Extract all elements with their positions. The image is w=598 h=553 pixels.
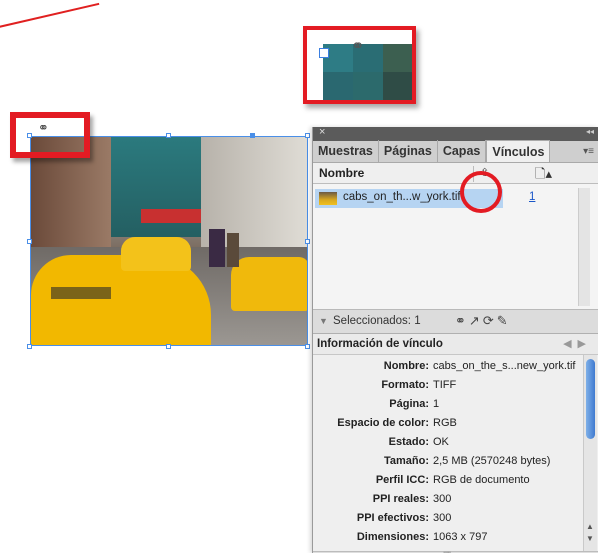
zoom-selection-handle bbox=[319, 48, 329, 58]
scrollbar-thumb[interactable] bbox=[586, 359, 595, 439]
info-value: 300 bbox=[433, 493, 452, 505]
link-info-body: Nombre: cabs_on_the_s...new_york.tif For… bbox=[313, 355, 598, 551]
links-list: cabs_on_th...w_york.tif 1 bbox=[313, 184, 598, 310]
relink-icon[interactable]: ⚭ bbox=[455, 313, 469, 328]
tab-vinculos[interactable]: Vínculos bbox=[486, 140, 551, 162]
panel-tabs: Muestras Páginas Capas Vínculos ▾≡ bbox=[313, 140, 598, 163]
info-row-tamano: Tamaño: 2,5 MB (2570248 bytes) bbox=[313, 452, 579, 471]
link-info-nav-icons[interactable]: ◀▶ bbox=[563, 337, 592, 350]
zoom-tile bbox=[323, 72, 353, 100]
update-link-icon[interactable]: ⟳ bbox=[483, 313, 497, 328]
edit-original-icon[interactable]: ✎ bbox=[497, 313, 511, 328]
info-row-ppi-reales: PPI reales: 300 bbox=[313, 490, 579, 509]
zoom-tile bbox=[383, 44, 412, 72]
scroll-down-icon[interactable]: ▼ bbox=[586, 534, 594, 543]
zoom-inset: ⚭ bbox=[303, 26, 416, 104]
photo-taxi-mid bbox=[121, 237, 191, 271]
scroll-up-icon[interactable]: ▲ bbox=[586, 522, 594, 531]
collapse-icon[interactable]: ◂◂ bbox=[586, 127, 594, 136]
annotation-highlight-box bbox=[10, 112, 90, 158]
tab-paginas[interactable]: Páginas bbox=[379, 140, 438, 162]
link-filename: cabs_on_th...w_york.tif bbox=[343, 191, 461, 203]
info-row-dimensiones: Dimensiones: 1063 x 797 bbox=[313, 528, 579, 547]
tab-capas[interactable]: Capas bbox=[438, 140, 487, 162]
frame-handle-ml[interactable] bbox=[27, 239, 32, 244]
info-value: OK bbox=[433, 436, 449, 448]
info-label: Dimensiones: bbox=[356, 531, 429, 543]
disclosure-triangle-icon[interactable]: ▼ bbox=[319, 316, 328, 326]
link-info-title: Información de vínculo bbox=[317, 338, 443, 350]
annotation-line bbox=[0, 2, 100, 30]
content-grabber-handle[interactable] bbox=[250, 133, 255, 138]
frame-handle-bc[interactable] bbox=[166, 344, 171, 349]
zoom-tile bbox=[353, 72, 383, 100]
info-row-espacio-color: Espacio de color: RGB bbox=[313, 414, 579, 433]
photo-taxi-right bbox=[231, 257, 307, 311]
photo-taxi-window bbox=[51, 287, 111, 299]
photo-sign bbox=[141, 209, 201, 223]
info-value: 2,5 MB (2570248 bytes) bbox=[433, 455, 551, 467]
info-row-perfil-icc: Perfil ICC: RGB de documento bbox=[313, 471, 579, 490]
photo-pedestrian bbox=[227, 233, 239, 267]
info-label: PPI efectivos: bbox=[356, 512, 429, 524]
info-row-ppi-efectivos: PPI efectivos: 300 bbox=[313, 509, 579, 528]
info-label: Perfil ICC: bbox=[375, 474, 429, 486]
frame-handle-tr[interactable] bbox=[305, 133, 310, 138]
links-column-header: Nombre ⇧ 🗋▴ bbox=[313, 163, 598, 184]
link-row[interactable]: cabs_on_th...w_york.tif 1 bbox=[315, 189, 575, 208]
screenshot-root: ⚭ ⚭ × ◂◂ Muestras Páginas Capas Vínculos… bbox=[0, 0, 598, 553]
column-name-header[interactable]: Nombre bbox=[319, 166, 364, 180]
panel-titlebar: × ◂◂ bbox=[313, 126, 598, 141]
zoom-tile bbox=[383, 72, 412, 100]
info-row-estado: Estado: OK bbox=[313, 433, 579, 452]
frame-handle-tc[interactable] bbox=[166, 133, 171, 138]
tab-muestras[interactable]: Muestras bbox=[313, 140, 379, 162]
info-row-nombre: Nombre: cabs_on_the_s...new_york.tif bbox=[313, 357, 579, 376]
frame-handle-br[interactable] bbox=[305, 344, 310, 349]
close-icon[interactable]: × bbox=[319, 126, 325, 138]
selected-count: Seleccionados: 1 bbox=[333, 315, 421, 327]
links-action-icons: ⚭↗⟳✎ bbox=[455, 313, 511, 329]
info-label: Espacio de color: bbox=[337, 417, 429, 429]
link-thumbnail bbox=[319, 192, 337, 205]
link-info-header: Información de vínculo ◀▶ bbox=[313, 334, 598, 355]
annotation-circle bbox=[460, 171, 502, 213]
info-value: TIFF bbox=[433, 379, 457, 391]
links-status-bar: ▼ Seleccionados: 1 ⚭↗⟳✎ bbox=[313, 310, 598, 334]
placed-image-frame[interactable] bbox=[30, 136, 308, 346]
info-value: RGB de documento bbox=[433, 474, 530, 486]
info-row-pagina: Página: 1 bbox=[313, 395, 579, 414]
panel-menu-icon[interactable]: ▾≡ bbox=[583, 146, 594, 157]
info-label: Nombre: bbox=[383, 360, 429, 372]
zoomed-photo-corner bbox=[323, 44, 412, 100]
info-value: 1 bbox=[433, 398, 440, 410]
photo-pedestrian bbox=[209, 229, 225, 267]
frame-handle-mr[interactable] bbox=[305, 239, 310, 244]
link-badge-icon[interactable]: ⚭ bbox=[38, 120, 49, 136]
info-label: Formato: bbox=[381, 379, 429, 391]
info-label: Tamaño: bbox=[383, 455, 429, 467]
links-panel: × ◂◂ Muestras Páginas Capas Vínculos ▾≡ … bbox=[312, 126, 598, 553]
link-page-number[interactable]: 1 bbox=[529, 191, 535, 203]
info-value: 300 bbox=[433, 512, 452, 524]
info-value: RGB bbox=[433, 417, 457, 429]
links-list-scrollbar[interactable] bbox=[578, 188, 590, 306]
info-value: cabs_on_the_s...new_york.tif bbox=[433, 360, 576, 372]
info-row-formato: Formato: TIFF bbox=[313, 376, 579, 395]
chain-link-icon: ⚭ bbox=[351, 38, 365, 55]
goto-link-icon[interactable]: ↗ bbox=[469, 313, 483, 328]
frame-handle-bl[interactable] bbox=[27, 344, 32, 349]
info-label: PPI reales: bbox=[372, 493, 429, 505]
info-label: Estado: bbox=[388, 436, 429, 448]
link-info-scrollbar[interactable]: ▲ ▼ bbox=[583, 355, 597, 551]
info-value: 1063 x 797 bbox=[433, 531, 488, 543]
info-label: Página: bbox=[389, 398, 429, 410]
